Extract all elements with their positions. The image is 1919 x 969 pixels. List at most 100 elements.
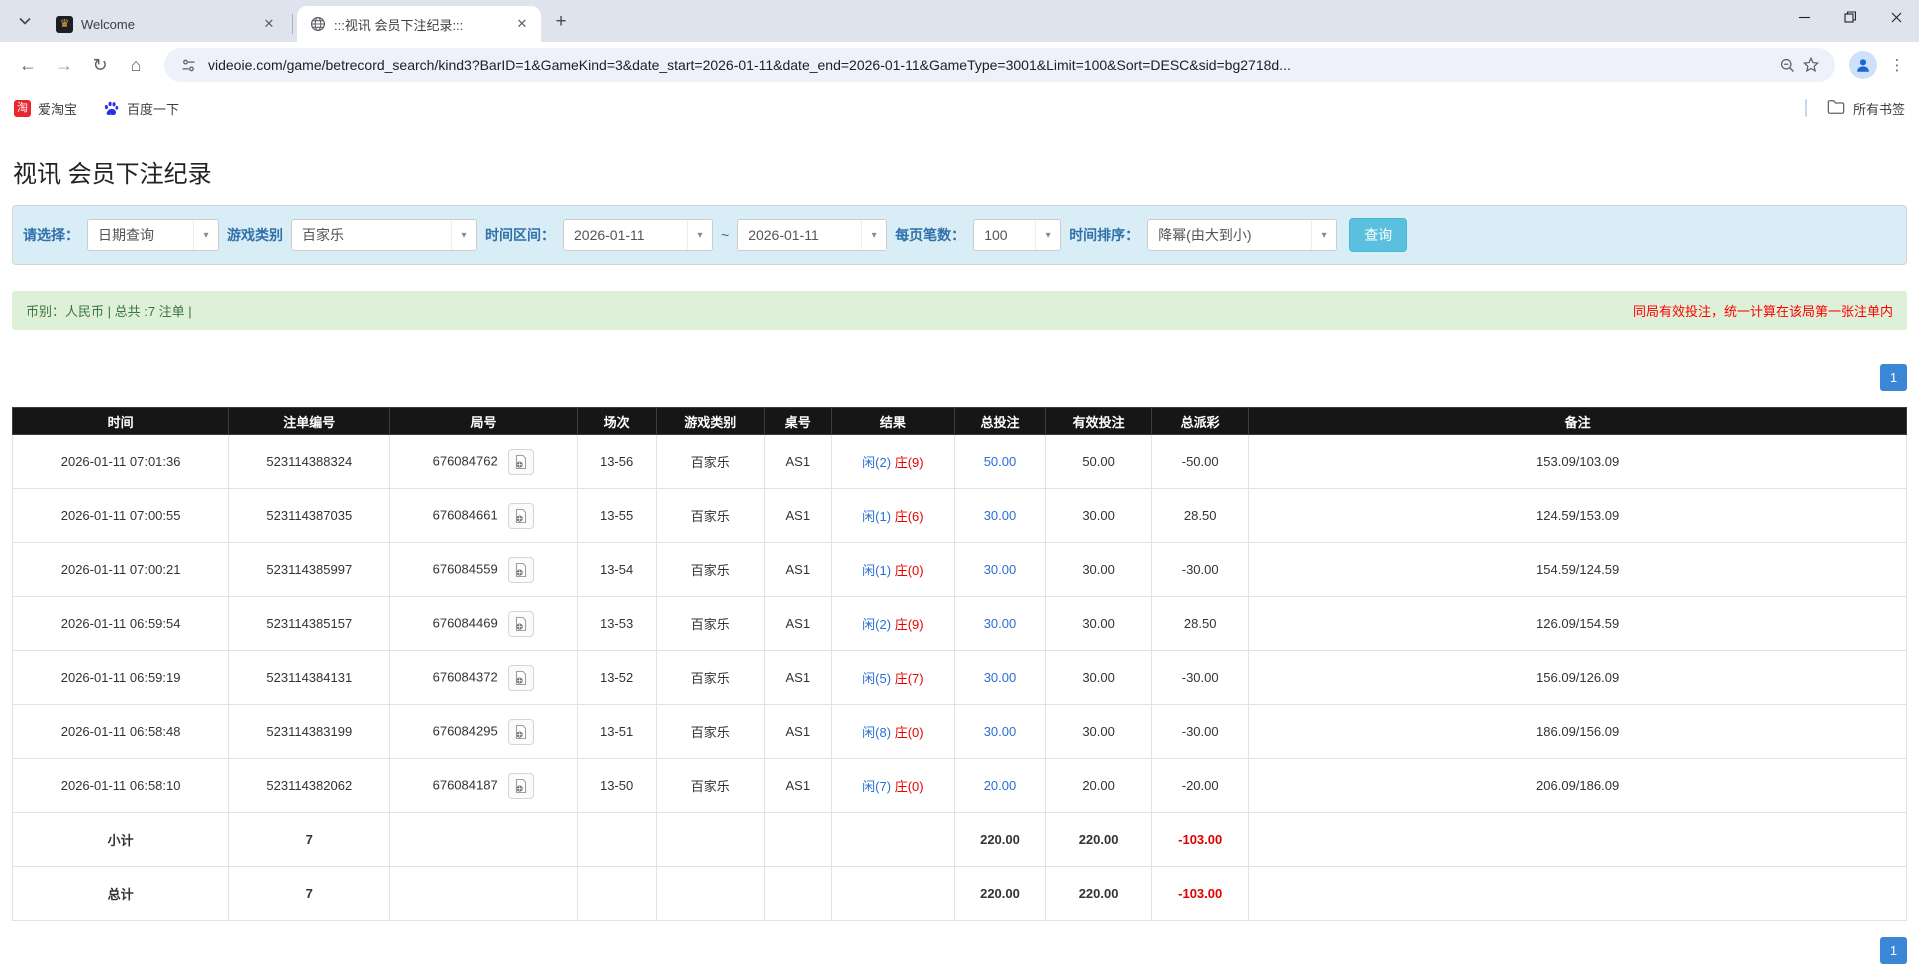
menu-kebab-icon[interactable]: ⋮ xyxy=(1885,51,1909,79)
cell-total-bet[interactable]: 30.00 xyxy=(953,704,1047,759)
date-range-label: 时间区间： xyxy=(485,227,555,243)
page-1-button[interactable]: 1 xyxy=(1880,937,1907,964)
bookmarks-bar: 淘 爱淘宝 百度一下 所有书签 xyxy=(0,88,1919,128)
per-page-input[interactable]: 100 ▾ xyxy=(973,219,1062,251)
tab-search-button[interactable] xyxy=(8,4,42,38)
new-tab-button[interactable]: + xyxy=(547,8,575,36)
url-text[interactable]: videoie.com/game/betrecord_search/kind3?… xyxy=(208,57,1765,73)
summary-label: 总计 xyxy=(11,866,230,921)
tab-strip: ♛ Welcome ✕ :::视讯 会员下注纪录::: ✕ + xyxy=(0,0,1919,42)
total-bet-link[interactable]: 20.00 xyxy=(984,778,1017,793)
date-start-input[interactable]: 2026-01-11 ▾ xyxy=(563,219,713,251)
minimize-button[interactable] xyxy=(1781,0,1827,34)
summary-payout: -103.00 xyxy=(1151,812,1250,867)
cell-remark: 154.59/124.59 xyxy=(1248,542,1907,597)
result-banker: 庄(7) xyxy=(894,671,924,686)
video-replay-button[interactable] xyxy=(508,448,535,475)
table-row: 2026-01-11 06:59:19 523114384131 676084372… xyxy=(11,650,1907,705)
query-type-select[interactable]: 日期查询 ▾ xyxy=(87,219,219,251)
result-player: 闲(5) xyxy=(862,671,892,686)
cell-time: 2026-01-11 07:00:21 xyxy=(11,542,230,597)
total-bet-link[interactable]: 30.00 xyxy=(984,508,1017,523)
cell-total-bet[interactable]: 30.00 xyxy=(953,596,1047,651)
bookmark-baidu[interactable]: 百度一下 xyxy=(103,99,179,118)
cell-total-bet[interactable]: 50.00 xyxy=(953,434,1047,489)
video-replay-button[interactable] xyxy=(508,502,535,529)
cell-valid-bet: 20.00 xyxy=(1045,758,1153,813)
summary-empty xyxy=(830,812,955,867)
page-title: 视讯 会员下注纪录 xyxy=(13,161,212,188)
col-header-valid_bet: 有效投注 xyxy=(1045,407,1153,435)
cell-remark: 126.09/154.59 xyxy=(1248,596,1907,651)
cell-table-no: AS1 xyxy=(763,758,832,813)
back-button[interactable]: ← xyxy=(13,50,43,80)
all-bookmarks[interactable]: 所有书签 xyxy=(1804,99,1905,118)
cell-bet-id: 523114382062 xyxy=(228,758,391,813)
cell-payout: -30.00 xyxy=(1151,650,1250,705)
total-bet-link[interactable]: 30.00 xyxy=(984,562,1017,577)
summary-total-bet: 220.00 xyxy=(953,866,1047,921)
bookmark-taobao[interactable]: 淘 爱淘宝 xyxy=(14,99,77,118)
cell-game: 百家乐 xyxy=(655,488,765,543)
summary-count: 7 xyxy=(228,812,391,867)
video-replay-icon xyxy=(516,724,527,739)
cell-result: 闲(7) 庄(0) xyxy=(830,758,955,813)
summary-info-bar: 币别：人民币 | 总共 :7 注单 | 同局有效投注，统一计算在该局第一张注单内 xyxy=(12,291,1907,330)
tab-close-icon[interactable]: ✕ xyxy=(260,15,278,33)
cell-total-bet[interactable]: 30.00 xyxy=(953,542,1047,597)
chevron-down-icon xyxy=(19,17,31,25)
video-replay-icon xyxy=(516,616,527,631)
chevron-down-icon: ▾ xyxy=(687,220,712,250)
col-header-total_bet: 总投注 xyxy=(953,407,1047,435)
bet-records-table: 时间 注单编号 局号 场次 游戏类别 桌号 结果 总投注 有效投注 总派彩 备注 2026-01-1… xyxy=(11,407,1907,921)
cell-session: 13-53 xyxy=(576,596,657,651)
total-bet-link[interactable]: 30.00 xyxy=(984,670,1017,685)
cell-bet-id: 523114388324 xyxy=(228,434,391,489)
pagination-bottom: 1 xyxy=(12,937,1907,964)
summary-row-subtotal: 小计 7 220.00 220.00 -103.00 xyxy=(11,812,1907,867)
cell-time: 2026-01-11 07:01:36 xyxy=(11,434,230,489)
zoom-icon[interactable] xyxy=(1775,53,1799,77)
col-header-time: 时间 xyxy=(11,407,230,435)
reload-button[interactable]: ↻ xyxy=(85,50,115,80)
address-bar[interactable]: videoie.com/game/betrecord_search/kind3?… xyxy=(164,48,1835,82)
summary-empty xyxy=(655,866,765,921)
date-end-input[interactable]: 2026-01-11 ▾ xyxy=(737,219,888,251)
sort-select[interactable]: 降幂(由大到小) ▾ xyxy=(1147,219,1338,251)
page-1-button[interactable]: 1 xyxy=(1880,364,1907,391)
close-window-button[interactable] xyxy=(1873,0,1919,34)
col-header-remark: 备注 xyxy=(1248,407,1907,435)
valid-bet-notice: 同局有效投注，统一计算在该局第一张注单内 xyxy=(1632,304,1893,319)
total-bet-link[interactable]: 30.00 xyxy=(984,724,1017,739)
cell-round: 676084372 xyxy=(389,650,578,705)
site-settings-icon[interactable] xyxy=(176,53,200,77)
video-replay-button[interactable] xyxy=(508,556,535,583)
total-bet-link[interactable]: 50.00 xyxy=(984,454,1017,469)
cell-total-bet[interactable]: 30.00 xyxy=(953,650,1047,705)
cell-time: 2026-01-11 07:00:55 xyxy=(11,488,230,543)
game-kind-select[interactable]: 百家乐 ▾ xyxy=(291,219,477,251)
home-button[interactable]: ⌂ xyxy=(121,50,151,80)
cell-session: 13-52 xyxy=(576,650,657,705)
profile-avatar[interactable] xyxy=(1849,51,1877,79)
cell-remark: 153.09/103.09 xyxy=(1248,434,1907,489)
tab-welcome[interactable]: ♛ Welcome ✕ xyxy=(44,6,288,42)
video-replay-button[interactable] xyxy=(508,772,535,799)
cell-table-no: AS1 xyxy=(763,596,832,651)
cell-total-bet[interactable]: 30.00 xyxy=(953,488,1047,543)
tab-close-icon[interactable]: ✕ xyxy=(513,15,531,33)
query-button[interactable]: 查询 xyxy=(1349,218,1408,252)
table-row: 2026-01-11 07:01:36 523114388324 676084762… xyxy=(11,434,1907,489)
tab-betrecord[interactable]: :::视讯 会员下注纪录::: ✕ xyxy=(297,6,541,42)
bookmark-star-icon[interactable] xyxy=(1799,53,1823,77)
video-replay-button[interactable] xyxy=(508,718,535,745)
chevron-down-icon: ▾ xyxy=(451,220,476,250)
cell-total-bet[interactable]: 20.00 xyxy=(953,758,1047,813)
cell-round: 676084469 xyxy=(389,596,578,651)
restore-button[interactable] xyxy=(1827,0,1873,34)
video-replay-button[interactable] xyxy=(508,610,535,637)
total-bet-link[interactable]: 30.00 xyxy=(984,616,1017,631)
forward-button[interactable]: → xyxy=(49,50,79,80)
video-replay-button[interactable] xyxy=(508,664,535,691)
taobao-icon: 淘 xyxy=(14,99,31,117)
